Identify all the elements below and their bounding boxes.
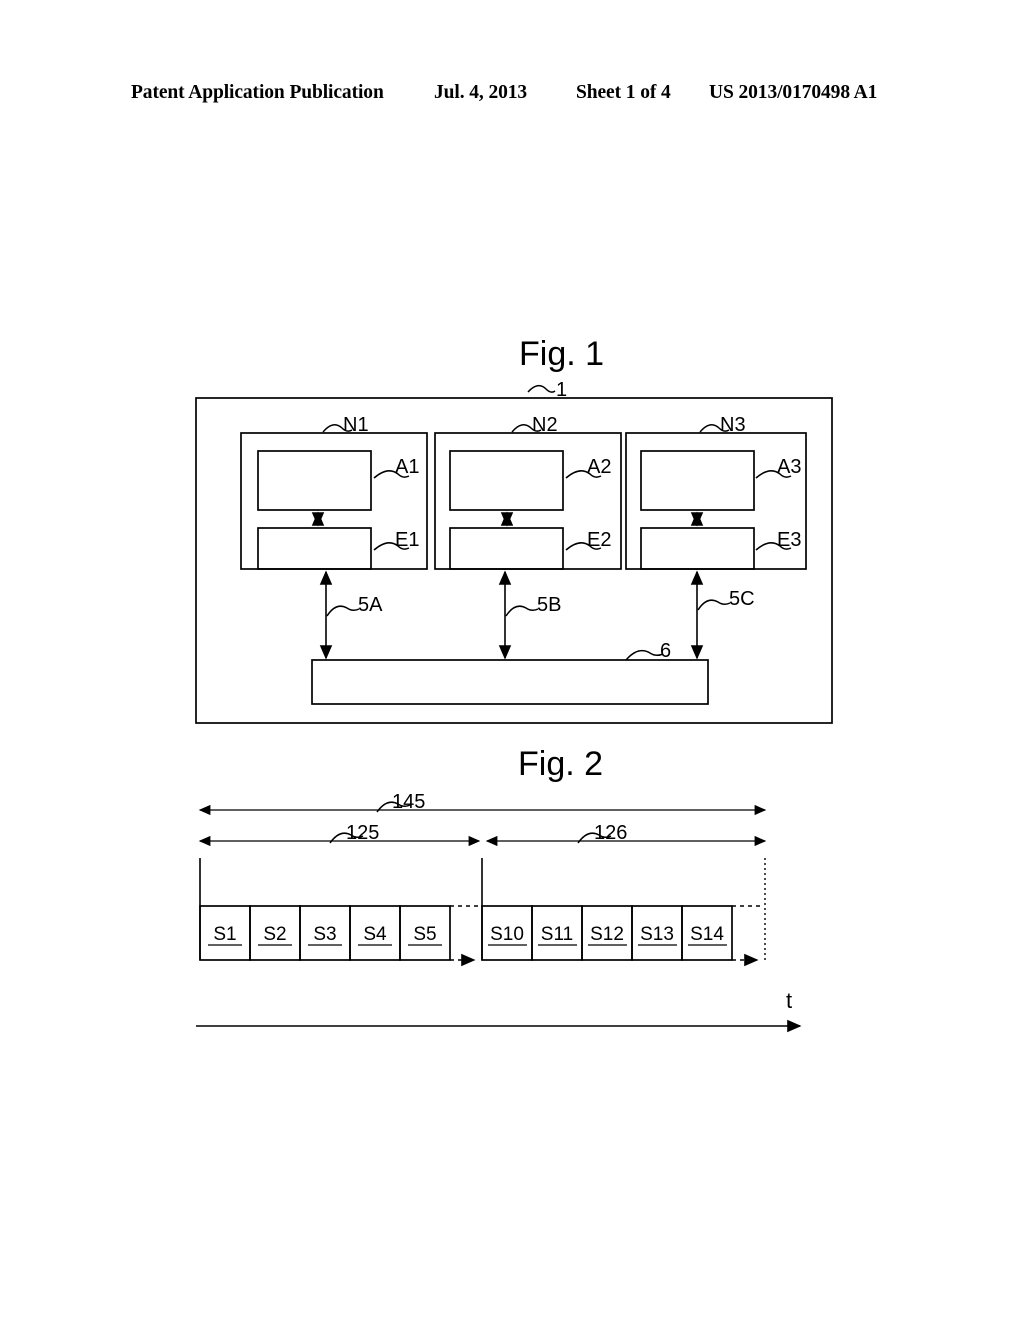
bus-link-5a-ref: 5A [358,594,383,616]
slot-label: S3 [313,924,336,945]
unit-a2-ref: A2 [587,456,611,478]
unit-box-a2 [449,450,564,511]
unit-box-e1 [257,527,372,570]
fig2-title: Fig. 2 [518,745,603,783]
slot-label: S13 [640,924,674,945]
slot-group-2: S10 S11 S12 S13 S14 [481,905,760,967]
span-126-ref: 126 [594,822,627,844]
slot-label: S10 [490,924,524,945]
bus-link-5b-ref: 5B [537,594,561,616]
slot-label: S4 [363,924,387,945]
patent-drawing-sheet: Fig. 1 1 N1 A1 E1 N2 A2 E2 N3 A3 E3 5A 5… [0,0,1024,1320]
shared-bus-box [311,659,709,705]
slot-label: S11 [541,924,573,945]
unit-box-a1 [257,450,372,511]
unit-e1-ref: E1 [395,529,419,551]
unit-a3-ref: A3 [777,456,801,478]
slot-label: S14 [690,924,724,945]
unit-a1-ref: A1 [395,456,419,478]
unit-e3-ref: E3 [777,529,801,551]
fig1-title: Fig. 1 [519,335,604,373]
system-boundary-box [195,397,833,724]
bus-link-5c-ref: 5C [729,588,755,610]
span-125-ref: 125 [346,822,379,844]
time-axis-label: t [786,988,792,1013]
unit-box-e3 [640,527,755,570]
span-145-ref: 145 [392,791,425,813]
slot-label: S1 [213,924,236,945]
slot-label: S12 [590,924,624,945]
slot-label: S2 [263,924,286,945]
slot-group-1: S1 S2 S3 S4 S5 [199,905,478,967]
unit-box-e2 [449,527,564,570]
slot-label: S5 [413,924,436,945]
unit-e2-ref: E2 [587,529,611,551]
unit-box-a3 [640,450,755,511]
bus-ref: 6 [660,640,671,662]
